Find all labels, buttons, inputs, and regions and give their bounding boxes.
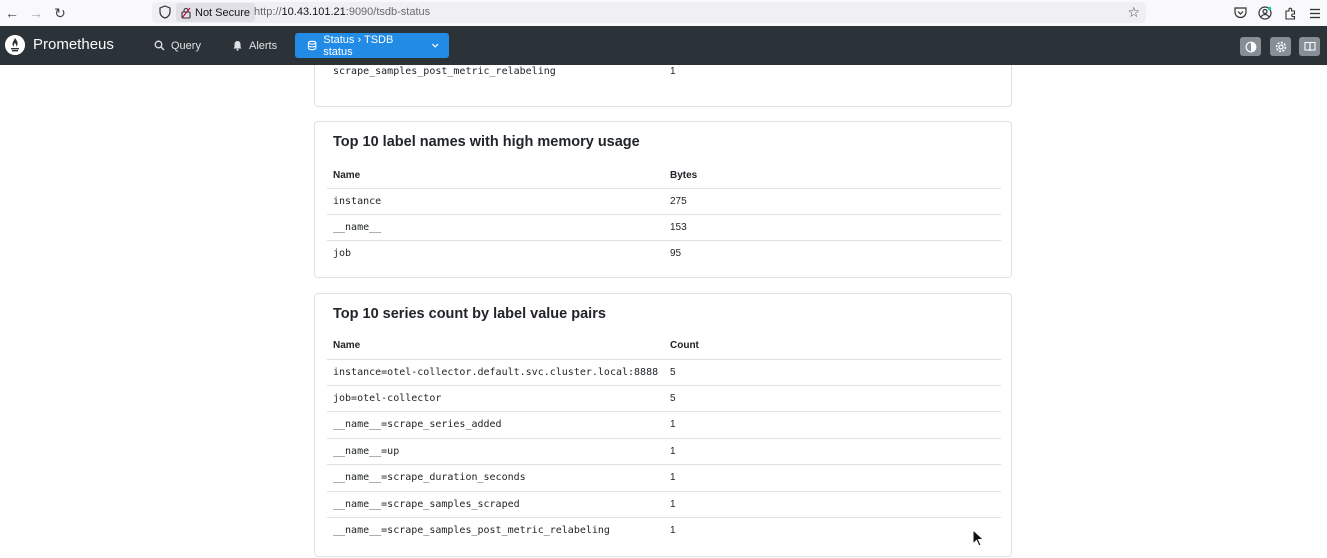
docs-button[interactable] [1299, 37, 1320, 56]
row-value: 1 [670, 499, 676, 510]
table-row: job=otel-collector 5 [327, 385, 1001, 411]
col-name-header: Name [333, 170, 361, 181]
nav-status-dropdown[interactable]: Status › TSDB status [295, 33, 449, 58]
forward-icon[interactable]: → [24, 1, 48, 25]
nav-alerts-label: Alerts [249, 39, 278, 52]
row-name: __name__ [333, 222, 382, 233]
address-bar[interactable]: Not Secure http://10.43.101.21:9090/tsdb… [152, 2, 1146, 23]
series-pairs-card: Top 10 series count by label value pairs… [314, 293, 1012, 557]
browser-toolbar: ← → ↻ Not Secure http://10.43.101.21:909… [0, 0, 1327, 26]
table-row: __name__=scrape_samples_scraped 1 [327, 491, 1001, 517]
table-row: job 95 [327, 240, 1001, 266]
mouse-cursor-icon [972, 529, 985, 547]
row-value: 1 [670, 446, 676, 457]
table-row: instance 275 [327, 188, 1001, 214]
not-secure-label: Not Secure [195, 6, 251, 19]
database-icon [307, 40, 317, 51]
row-value: 1 [670, 66, 676, 77]
row-value: 1 [670, 472, 676, 483]
url-prefix: http:// [254, 6, 282, 18]
row-name: __name__=scrape_samples_post_metric_rela… [333, 525, 610, 536]
menu-icon[interactable] [1307, 3, 1323, 23]
settings-button[interactable] [1270, 37, 1291, 56]
nav-status-label: Status › TSDB status [323, 33, 394, 58]
row-value: 5 [670, 367, 676, 378]
search-icon [154, 40, 165, 51]
main-content: scrape_samples_post_metric_relabeling 1 … [0, 65, 1327, 558]
row-value: 1 [670, 525, 676, 536]
chevron-down-icon [431, 43, 439, 48]
table-row: __name__ 153 [327, 214, 1001, 240]
row-name: job [333, 248, 352, 259]
row-name: __name__=up [333, 446, 400, 457]
row-name: __name__=scrape_samples_scraped [333, 499, 520, 510]
brand-title[interactable]: Prometheus [33, 36, 114, 53]
app-navbar: Prometheus Query Alerts Status › TSDB st… [0, 26, 1327, 65]
prometheus-logo-icon[interactable] [5, 35, 25, 55]
nav-query-label: Query [171, 39, 201, 52]
bell-icon [233, 41, 242, 51]
not-secure-badge[interactable]: Not Secure [176, 3, 256, 22]
gear-icon [1275, 41, 1286, 52]
table-row: __name__=scrape_duration_seconds 1 [327, 464, 1001, 490]
nav-query[interactable]: Query [154, 33, 201, 58]
account-icon[interactable] [1257, 3, 1273, 23]
url-host: 10.43.101.21 [281, 6, 346, 18]
row-name: scrape_samples_post_metric_relabeling [333, 66, 556, 77]
back-icon[interactable]: ← [0, 1, 24, 25]
prev-section-card: scrape_samples_post_metric_relabeling 1 [314, 65, 1012, 107]
nav-alerts[interactable]: Alerts [232, 33, 277, 58]
row-name: __name__=scrape_series_added [333, 419, 502, 430]
row-name: job=otel-collector [333, 393, 442, 404]
series-pairs-title: Top 10 series count by label value pairs [333, 306, 606, 322]
shield-icon[interactable] [158, 5, 172, 19]
theme-toggle-button[interactable] [1240, 37, 1261, 56]
reload-icon[interactable]: ↻ [48, 1, 72, 25]
url-path: :9090/tsdb-status [345, 6, 431, 18]
book-icon [1303, 41, 1316, 52]
col-count-header: Count [670, 340, 699, 351]
row-value: 5 [670, 393, 676, 404]
lock-warning-icon [181, 7, 191, 19]
col-bytes-header: Bytes [670, 170, 698, 181]
col-name-header: Name [333, 340, 361, 351]
row-value: 275 [670, 196, 687, 207]
label-memory-title: Top 10 label names with high memory usag… [333, 134, 640, 150]
row-value: 1 [670, 419, 676, 430]
url-text[interactable]: http://10.43.101.21:9090/tsdb-status [254, 6, 430, 18]
table-row: scrape_samples_post_metric_relabeling 1 [327, 65, 1001, 85]
pocket-icon[interactable] [1232, 3, 1248, 23]
row-name: instance=otel-collector.default.svc.clus… [333, 367, 659, 378]
row-name: __name__=scrape_duration_seconds [333, 472, 526, 483]
row-value: 153 [670, 222, 687, 233]
table-row: __name__=up 1 [327, 438, 1001, 464]
extensions-icon[interactable] [1282, 3, 1298, 23]
table-row: __name__=scrape_series_added 1 [327, 411, 1001, 437]
row-name: instance [333, 196, 382, 207]
table-row: instance=otel-collector.default.svc.clus… [327, 359, 1001, 385]
label-memory-card: Top 10 label names with high memory usag… [314, 121, 1012, 278]
table-row: __name__=scrape_samples_post_metric_rela… [327, 517, 1001, 543]
contrast-icon [1245, 41, 1256, 52]
bookmark-star-icon[interactable]: ☆ [1127, 4, 1140, 21]
row-value: 95 [670, 248, 682, 259]
